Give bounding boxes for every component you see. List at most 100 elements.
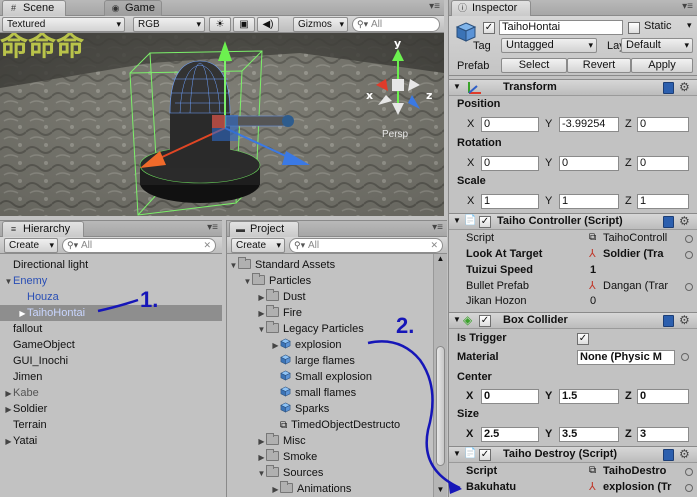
clear-search-icon[interactable]: ✕ [203,239,211,252]
hierarchy-item[interactable]: ▼Enemy [0,273,222,289]
project-item[interactable]: large flames [227,353,433,369]
project-item[interactable]: ▼ Sources [227,465,433,481]
expand-arrow-icon[interactable]: ▶ [4,434,13,450]
project-item[interactable]: ▼ Particles [227,273,433,289]
gizmos-dropdown[interactable]: Gizmos [293,17,348,32]
size-z-field[interactable]: 3 [637,427,689,442]
scroll-up-arrow[interactable]: ▲ [434,254,447,266]
hierarchy-item[interactable]: ▶TaihoHontai [0,305,222,321]
tab-scene[interactable]: # Scene [2,0,66,16]
inspector-menu-icon[interactable]: ▾≡ [682,1,693,12]
box-collider-header[interactable]: ▼ ◈ ✓ Box Collider ⚙ [449,312,697,329]
scene-panel-menu-icon[interactable]: ▾≡ [429,1,440,12]
gear-icon[interactable]: ⚙ [679,214,690,228]
lighting-toggle[interactable]: ☀ [209,17,231,32]
expand-arrow-icon[interactable]: ▶ [271,482,280,497]
size-x-field[interactable]: 2.5 [481,427,539,442]
tc-bullet-value[interactable]: Dangan (Trar [603,280,683,292]
project-search-input[interactable]: ⚲▾ All ✕ [289,238,443,253]
prefab-select-button[interactable]: Select [501,58,567,73]
expand-arrow-icon[interactable]: ▶ [257,434,266,450]
expand-arrow-icon[interactable]: ▼ [257,322,266,338]
td-bakuhatu-value[interactable]: explosion (Tr [603,481,683,493]
expand-arrow-icon[interactable]: ▶ [257,306,266,322]
project-item[interactable]: ▶ explosion [227,337,433,353]
help-book-icon[interactable] [663,82,674,94]
material-field[interactable]: None (Physic M [577,350,675,365]
position-z-field[interactable]: 0 [637,117,689,132]
prefab-revert-button[interactable]: Revert [567,58,631,73]
hierarchy-menu-icon[interactable]: ▾≡ [207,222,218,233]
foldout-arrow-icon[interactable]: ▼ [453,216,461,225]
project-item[interactable]: Small explosion [227,369,433,385]
tag-dropdown[interactable]: Untagged [501,38,597,53]
taiho-controller-enabled-checkbox[interactable]: ✓ [479,216,491,228]
help-book-icon[interactable] [663,216,674,228]
project-item[interactable]: Sparks [227,401,433,417]
help-book-icon[interactable] [663,449,674,461]
scene-viewport[interactable]: 命命命 y x z Persp [0,33,444,216]
rotation-x-field[interactable]: 0 [481,156,539,171]
project-item[interactable]: ▶ Misc [227,433,433,449]
hierarchy-search-input[interactable]: ⚲▾ All ✕ [62,238,216,253]
audio-toggle[interactable]: ◀) [257,17,279,32]
center-y-field[interactable]: 1.5 [559,389,619,404]
hierarchy-item[interactable]: ▶Soldier [0,401,222,417]
static-checkbox[interactable] [628,22,640,34]
position-y-field[interactable]: -3.99254 [559,117,619,132]
transform-header[interactable]: ▼ Transform ⚙ [449,79,697,96]
object-picker-icon[interactable] [685,251,693,259]
project-item[interactable]: ⧉ TimedObjectDestructo [227,417,433,433]
project-scrollbar[interactable]: ▲ ▼ [433,254,447,497]
hierarchy-item[interactable]: GUI_Inochi [0,353,222,369]
project-menu-icon[interactable]: ▾≡ [432,222,443,233]
scale-x-field[interactable]: 1 [481,194,539,209]
center-z-field[interactable]: 0 [637,389,689,404]
tab-project[interactable]: ▬ Project [229,221,299,237]
object-picker-icon[interactable] [685,468,693,476]
tab-hierarchy[interactable]: ≡ Hierarchy [2,221,84,237]
project-item[interactable]: ▶ Dust [227,289,433,305]
taiho-destroy-enabled-checkbox[interactable]: ✓ [479,449,491,461]
expand-arrow-icon[interactable]: ▼ [243,274,252,290]
is-trigger-checkbox[interactable]: ✓ [577,333,589,345]
active-checkbox[interactable]: ✓ [483,22,495,34]
position-x-field[interactable]: 0 [481,117,539,132]
center-x-field[interactable]: 0 [481,389,539,404]
tab-game[interactable]: ◉ Game [104,0,162,16]
hierarchy-item[interactable]: Directional light [0,257,222,273]
td-script-value[interactable]: TaihoDestro [603,465,683,477]
tab-inspector[interactable]: ⓘ Inspector [451,0,531,16]
size-y-field[interactable]: 3.5 [559,427,619,442]
project-item[interactable]: small flames [227,385,433,401]
hierarchy-item[interactable]: Houza [0,289,222,305]
help-book-icon[interactable] [663,315,674,327]
project-item[interactable]: ▶ Animations [227,481,433,497]
object-picker-icon[interactable] [685,484,693,492]
object-picker-icon[interactable] [685,235,693,243]
expand-arrow-icon[interactable]: ▶ [271,338,280,354]
clear-search-icon[interactable]: ✕ [430,239,438,252]
expand-arrow-icon[interactable]: ▼ [4,274,13,290]
scene-search-input[interactable]: ⚲▾ All [352,17,440,32]
tc-speed-value[interactable]: 1 [590,264,596,276]
tc-look-value[interactable]: Soldier (Tra [603,248,683,260]
foldout-arrow-icon[interactable]: ▼ [453,315,461,324]
gear-icon[interactable]: ⚙ [679,313,690,327]
image-toggle[interactable]: ▣ [233,17,255,32]
layer-dropdown[interactable]: Default [621,38,693,53]
foldout-arrow-icon[interactable]: ▼ [453,82,461,91]
foldout-arrow-icon[interactable]: ▼ [453,449,461,458]
expand-arrow-icon[interactable]: ▶ [4,386,13,402]
expand-arrow-icon[interactable]: ▶ [18,306,27,322]
project-scroll-thumb[interactable] [436,346,445,466]
rotation-z-field[interactable]: 0 [637,156,689,171]
hierarchy-create-dropdown[interactable]: Create [4,238,58,253]
static-dropdown-icon[interactable]: ▾ [687,20,692,31]
color-mode-dropdown[interactable]: RGB [133,17,205,32]
scale-z-field[interactable]: 1 [637,194,689,209]
object-picker-icon[interactable] [685,283,693,291]
expand-arrow-icon[interactable]: ▶ [257,450,266,466]
hierarchy-item[interactable]: ▶Yatai [0,433,222,449]
draw-mode-dropdown[interactable]: Textured [2,17,125,32]
